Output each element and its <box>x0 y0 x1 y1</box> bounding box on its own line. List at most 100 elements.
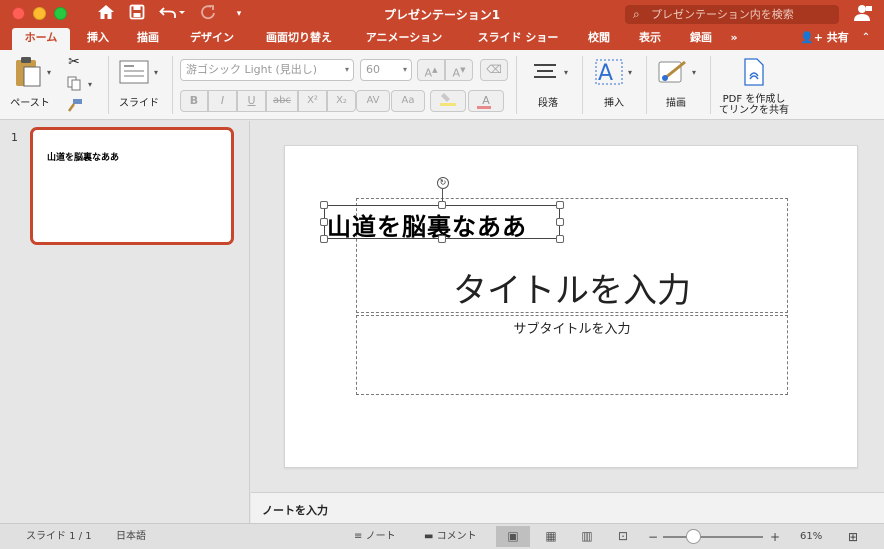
notes-toggle-button[interactable]: ≡ ノート <box>354 530 396 544</box>
pdf-share-label[interactable]: PDF を作成し てリンクを共有 <box>712 94 796 116</box>
superscript-button[interactable]: X² <box>298 90 327 112</box>
subtitle-placeholder[interactable]: サブタイトルを入力 <box>356 315 788 395</box>
selected-textbox-text[interactable]: 山道を脳裏なああ <box>327 207 527 242</box>
tab-slideshow[interactable]: スライド ショー <box>468 28 568 50</box>
slide-canvas[interactable]: タイトルを入力 サブタイトルを入力 ↻ 山道を脳裏なああ <box>284 145 858 468</box>
tab-insert[interactable]: 挿入 <box>80 28 116 50</box>
draw-chevron-icon[interactable]: ▾ <box>692 68 696 77</box>
ribbon-home: ▾ ペースト ✂ ▾ ▾ スライド 游ゴシック Light (見出し) ▾ 60… <box>0 50 884 120</box>
zoom-percentage[interactable]: 61% <box>800 530 822 544</box>
subscript-button[interactable]: X₂ <box>327 90 356 112</box>
notes-placeholder: ノートを入力 <box>262 504 328 517</box>
decrease-font-size-button[interactable]: A▼ <box>445 59 473 81</box>
home-icon[interactable] <box>96 4 116 24</box>
ribbon-separator <box>516 56 517 114</box>
paragraph-chevron-icon[interactable]: ▾ <box>564 68 568 77</box>
title-placeholder-text: タイトルを入力 <box>453 271 691 311</box>
rotate-handle-icon[interactable]: ↻ <box>437 177 449 189</box>
slideshow-view-icon[interactable]: ⊡ <box>606 526 640 547</box>
cut-icon[interactable]: ✂ <box>66 54 82 70</box>
new-slide-chevron-icon[interactable]: ▾ <box>154 68 158 77</box>
search-input[interactable]: ⌕ プレゼンテーション内を検索 <box>625 5 839 24</box>
italic-button[interactable]: I <box>208 90 237 112</box>
slide-thumbnail[interactable]: 山道を脳裏なああ <box>30 127 234 245</box>
status-bar: スライド 1 / 1 日本語 ≡ ノート ▬ コメント ▣ ▦ ▥ ⊡ − + … <box>0 523 884 549</box>
resize-handle[interactable] <box>438 235 446 243</box>
draw-brush-icon[interactable] <box>656 58 690 88</box>
zoom-slider-handle[interactable] <box>686 529 701 544</box>
slide-thumbnails-pane: 1 山道を脳裏なああ <box>0 121 250 523</box>
reading-view-icon[interactable]: ▥ <box>570 526 604 547</box>
font-name-select[interactable]: 游ゴシック Light (見出し) ▾ <box>180 59 354 81</box>
zoom-in-icon[interactable]: + <box>770 530 780 544</box>
tab-design[interactable]: デザイン <box>182 28 242 50</box>
selected-textbox[interactable]: 山道を脳裏なああ <box>324 205 560 242</box>
tab-view[interactable]: 表示 <box>632 28 668 50</box>
font-color-button[interactable]: A <box>468 90 504 112</box>
subtitle-placeholder-text: サブタイトルを入力 <box>513 322 631 337</box>
font-name-value: 游ゴシック Light (見出し) <box>186 63 318 76</box>
pdf-link-icon[interactable] <box>740 58 768 88</box>
character-spacing-button[interactable]: AV <box>356 90 390 112</box>
customize-toolbar-icon[interactable]: ▾ <box>232 4 246 24</box>
search-placeholder: プレゼンテーション内を検索 <box>651 8 794 21</box>
strikethrough-button[interactable]: abc <box>266 90 298 112</box>
maximize-window-button[interactable] <box>54 7 67 20</box>
change-case-button[interactable]: Aa <box>391 90 425 112</box>
tab-animations[interactable]: アニメーション <box>356 28 452 50</box>
resize-handle[interactable] <box>320 201 328 209</box>
share-label: 共有 <box>826 31 849 44</box>
undo-icon[interactable] <box>158 4 186 24</box>
redo-icon[interactable] <box>198 4 218 24</box>
share-button[interactable]: 👤+ 共有 <box>800 28 849 50</box>
tab-transitions[interactable]: 画面切り替え <box>258 28 340 50</box>
highlight-color-button[interactable] <box>430 90 466 112</box>
resize-handle[interactable] <box>438 201 446 209</box>
insert-textbox-icon[interactable]: A <box>594 58 624 88</box>
ribbon-separator <box>710 56 711 114</box>
comments-toggle-label: コメント <box>436 531 477 542</box>
zoom-out-icon[interactable]: − <box>648 530 658 544</box>
slide-editor: タイトルを入力 サブタイトルを入力 ↻ 山道を脳裏なああ <box>251 121 884 492</box>
notes-pane[interactable]: ノートを入力 <box>251 492 884 523</box>
normal-view-icon[interactable]: ▣ <box>496 526 530 547</box>
paragraph-button[interactable] <box>530 62 560 84</box>
close-window-button[interactable] <box>12 7 25 20</box>
tabs-more-button[interactable]: » <box>722 28 746 50</box>
format-painter-icon[interactable] <box>66 98 84 114</box>
notes-toggle-label: ノート <box>365 531 396 542</box>
tab-home[interactable]: ホーム <box>12 28 70 50</box>
search-icon: ⌕ <box>633 7 640 21</box>
increase-font-size-button[interactable]: A▲ <box>417 59 445 81</box>
fit-to-window-icon[interactable]: ⊞ <box>848 530 858 544</box>
bold-button[interactable]: B <box>180 90 208 112</box>
font-size-select[interactable]: 60 ▾ <box>360 59 412 81</box>
copy-options-chevron-icon[interactable]: ▾ <box>88 80 92 89</box>
account-icon[interactable] <box>851 4 875 24</box>
resize-handle[interactable] <box>556 201 564 209</box>
resize-handle[interactable] <box>556 218 564 226</box>
save-icon[interactable] <box>128 4 146 24</box>
tab-draw[interactable]: 描画 <box>129 28 167 50</box>
collapse-ribbon-icon[interactable]: ⌃ <box>856 28 876 50</box>
clear-formatting-icon[interactable]: ⌫ <box>480 59 508 81</box>
paragraph-label: 段落 <box>538 98 558 109</box>
ribbon-tabs: ホーム 挿入 描画 デザイン 画面切り替え アニメーション スライド ショー 校… <box>0 28 884 50</box>
insert-chevron-icon[interactable]: ▾ <box>628 68 632 77</box>
paste-options-chevron-icon[interactable]: ▾ <box>47 68 51 77</box>
tab-record[interactable]: 録画 <box>684 28 718 50</box>
zoom-slider[interactable] <box>663 536 763 538</box>
resize-handle[interactable] <box>320 235 328 243</box>
resize-handle[interactable] <box>556 235 564 243</box>
copy-icon[interactable] <box>66 76 82 92</box>
minimize-window-button[interactable] <box>33 7 46 20</box>
resize-handle[interactable] <box>320 218 328 226</box>
language-indicator[interactable]: 日本語 <box>116 530 146 544</box>
comments-toggle-button[interactable]: ▬ コメント <box>424 530 477 544</box>
paste-button[interactable] <box>10 56 44 90</box>
tab-review[interactable]: 校閲 <box>582 28 616 50</box>
underline-button[interactable]: U <box>237 90 266 112</box>
slide-sorter-view-icon[interactable]: ▦ <box>534 526 568 547</box>
chevron-down-icon: ▾ <box>344 65 349 74</box>
new-slide-button[interactable] <box>118 60 150 86</box>
